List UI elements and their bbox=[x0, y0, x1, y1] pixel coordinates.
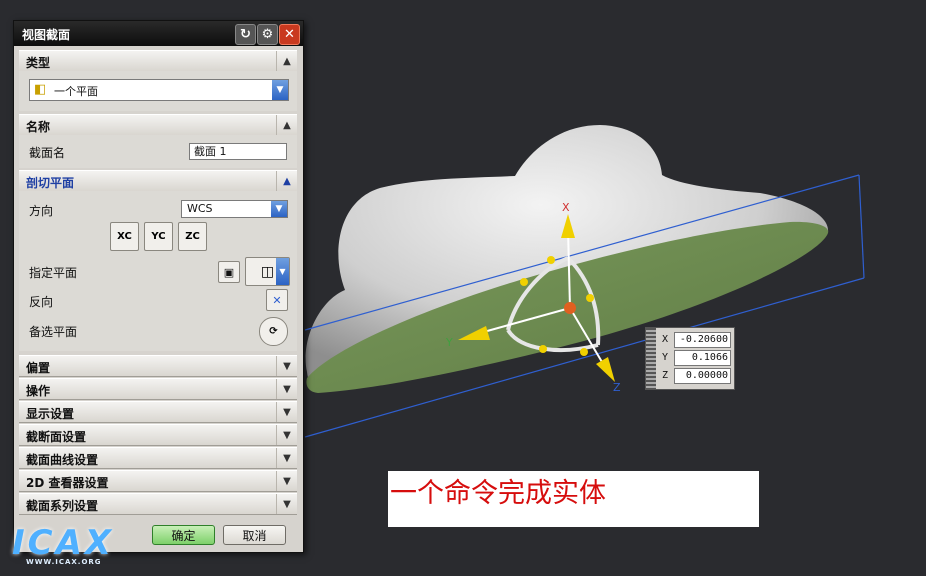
coordinate-readout: X -0.20600 Y 0.1066 Z 0.00000 bbox=[645, 327, 735, 390]
x-axis-label: X bbox=[562, 201, 570, 214]
logo-site: WWW.ICAX.ORG bbox=[26, 558, 102, 566]
specify-plane-label: 指定平面 bbox=[29, 266, 78, 280]
direction-select-value: WCS bbox=[187, 202, 213, 215]
z-coord-row: Z 0.00000 bbox=[660, 368, 732, 385]
plane-dialog-icon[interactable]: ▣ bbox=[218, 261, 240, 283]
z-axis-label: Z bbox=[613, 381, 621, 394]
y-coord-input[interactable]: 0.1066 bbox=[674, 350, 731, 366]
section-display-settings-header[interactable]: 显示设置 ▼ bbox=[19, 401, 297, 423]
cycle-plane-icon[interactable]: ⟳ bbox=[259, 317, 288, 346]
close-icon[interactable]: ✕ bbox=[279, 24, 300, 45]
chevron-down-icon[interactable]: ▼ bbox=[276, 425, 297, 445]
section-name-field-label: 截面名 bbox=[29, 146, 66, 160]
drag-handle[interactable] bbox=[646, 328, 656, 389]
y-axis-label: Y bbox=[445, 336, 453, 349]
section-2d-viewer-settings-label: 2D 查看器设置 bbox=[26, 476, 109, 490]
section-offset-label: 偏置 bbox=[26, 361, 51, 375]
chevron-down-icon[interactable]: ▼ bbox=[276, 258, 289, 285]
chevron-up-icon[interactable]: ▲ bbox=[276, 171, 297, 191]
caption-text: 一个命令完成实体 bbox=[390, 478, 606, 509]
section-cut-face-settings-label: 截断面设置 bbox=[26, 430, 87, 444]
ok-button[interactable]: 确定 bbox=[152, 525, 215, 545]
chevron-down-icon[interactable]: ▼ bbox=[276, 402, 297, 422]
x-coord-input[interactable]: -0.20600 bbox=[674, 332, 731, 348]
z-axis-arrow bbox=[596, 357, 615, 382]
plane-icon: ◫ bbox=[260, 263, 275, 280]
xc-plane-label: XC bbox=[117, 231, 132, 242]
section-curve-settings-label: 截面曲线设置 bbox=[26, 453, 99, 467]
dialog-titlebar[interactable]: 视图截面 ↻ ⚙ ✕ bbox=[14, 21, 303, 46]
type-select-value: 一个平面 bbox=[54, 85, 98, 98]
z-coord-input[interactable]: 0.00000 bbox=[674, 368, 731, 384]
section-type-header[interactable]: 类型 ▲ bbox=[19, 50, 297, 72]
section-name-body: 截面名 截面 1 bbox=[19, 135, 297, 168]
alternate-plane-label: 备选平面 bbox=[29, 325, 78, 339]
x-coord-label: X bbox=[662, 334, 669, 345]
chevron-down-icon[interactable]: ▼ bbox=[276, 379, 297, 399]
section-offset-header[interactable]: 偏置 ▼ bbox=[19, 355, 297, 377]
y-coord-label: Y bbox=[662, 352, 669, 363]
triad-handle bbox=[520, 278, 528, 286]
yc-plane-button[interactable]: YC bbox=[144, 222, 173, 251]
view-section-dialog: 视图截面 ↻ ⚙ ✕ 类型 ▲ ◧ 一个平面 ▼ 名称 ▲ 截面名 截面 1 剖… bbox=[13, 20, 304, 553]
zc-plane-button[interactable]: ZC bbox=[178, 222, 207, 251]
section-curve-settings-header[interactable]: 截面曲线设置 ▼ bbox=[19, 447, 297, 469]
plane-edge bbox=[858, 174, 865, 279]
section-type-body: ◧ 一个平面 ▼ bbox=[19, 71, 297, 111]
section-series-settings-label: 截面系列设置 bbox=[26, 499, 99, 513]
reverse-direction-icon[interactable]: ✕ bbox=[266, 289, 288, 311]
direction-select[interactable]: WCS ▼ bbox=[181, 200, 288, 218]
section-cutting-plane-label: 剖切平面 bbox=[26, 176, 75, 190]
section-operation-header[interactable]: 操作 ▼ bbox=[19, 378, 297, 400]
triad-handle bbox=[586, 294, 594, 302]
triad-handle bbox=[547, 256, 555, 264]
chevron-down-icon[interactable]: ▼ bbox=[276, 494, 297, 514]
cancel-button[interactable]: 取消 bbox=[223, 525, 286, 545]
section-display-settings-label: 显示设置 bbox=[26, 407, 75, 421]
triad-handle bbox=[539, 345, 547, 353]
chevron-down-icon[interactable]: ▼ bbox=[276, 471, 297, 491]
chevron-down-icon[interactable]: ▼ bbox=[276, 448, 297, 468]
reverse-label: 反向 bbox=[29, 295, 54, 309]
direction-label: 方向 bbox=[29, 204, 54, 218]
zc-plane-label: ZC bbox=[185, 231, 200, 242]
chevron-down-icon[interactable]: ▼ bbox=[272, 80, 288, 100]
caption-box: 一个命令完成实体 bbox=[388, 471, 759, 527]
chevron-down-icon[interactable]: ▼ bbox=[276, 356, 297, 376]
dialog-title: 视图截面 bbox=[22, 28, 71, 42]
z-coord-label: Z bbox=[662, 370, 669, 381]
gear-icon[interactable]: ⚙ bbox=[257, 24, 278, 45]
chevron-up-icon[interactable]: ▲ bbox=[276, 51, 297, 71]
triad-handle bbox=[580, 348, 588, 356]
chevron-down-icon[interactable]: ▼ bbox=[271, 201, 287, 217]
section-cutting-plane-header[interactable]: 剖切平面 ▲ bbox=[19, 170, 297, 192]
section-series-settings-header[interactable]: 截面系列设置 ▼ bbox=[19, 493, 297, 515]
section-cut-face-settings-header[interactable]: 截断面设置 ▼ bbox=[19, 424, 297, 446]
yc-plane-label: YC bbox=[151, 231, 166, 242]
section-operation-label: 操作 bbox=[26, 384, 51, 398]
section-name-label: 名称 bbox=[26, 120, 51, 134]
type-select[interactable]: ◧ 一个平面 ▼ bbox=[29, 79, 289, 101]
section-name-input[interactable]: 截面 1 bbox=[189, 143, 287, 160]
section-2d-viewer-settings-header[interactable]: 2D 查看器设置 ▼ bbox=[19, 470, 297, 492]
reset-icon[interactable]: ↻ bbox=[235, 24, 256, 45]
section-type-label: 类型 bbox=[26, 56, 51, 70]
plane-type-icon: ◧ bbox=[34, 82, 47, 97]
icax-logo: ICAX WWW.ICAX.ORG bbox=[8, 523, 128, 569]
y-coord-row: Y 0.1066 bbox=[660, 350, 732, 367]
logo-name: ICAX bbox=[12, 523, 115, 563]
chevron-up-icon[interactable]: ▲ bbox=[276, 115, 297, 135]
plane-method-dropdown[interactable]: ◫ ▼ bbox=[245, 257, 290, 286]
xc-plane-button[interactable]: XC bbox=[110, 222, 139, 251]
x-coord-row: X -0.20600 bbox=[660, 332, 732, 349]
section-cutting-plane-body: 方向 WCS ▼ XC YC ZC 指定平面 ▣ ◫ ▼ 反向 ✕ 备选平面 ⟳ bbox=[19, 191, 297, 351]
triad-origin bbox=[564, 302, 576, 314]
section-name-header[interactable]: 名称 ▲ bbox=[19, 114, 297, 136]
